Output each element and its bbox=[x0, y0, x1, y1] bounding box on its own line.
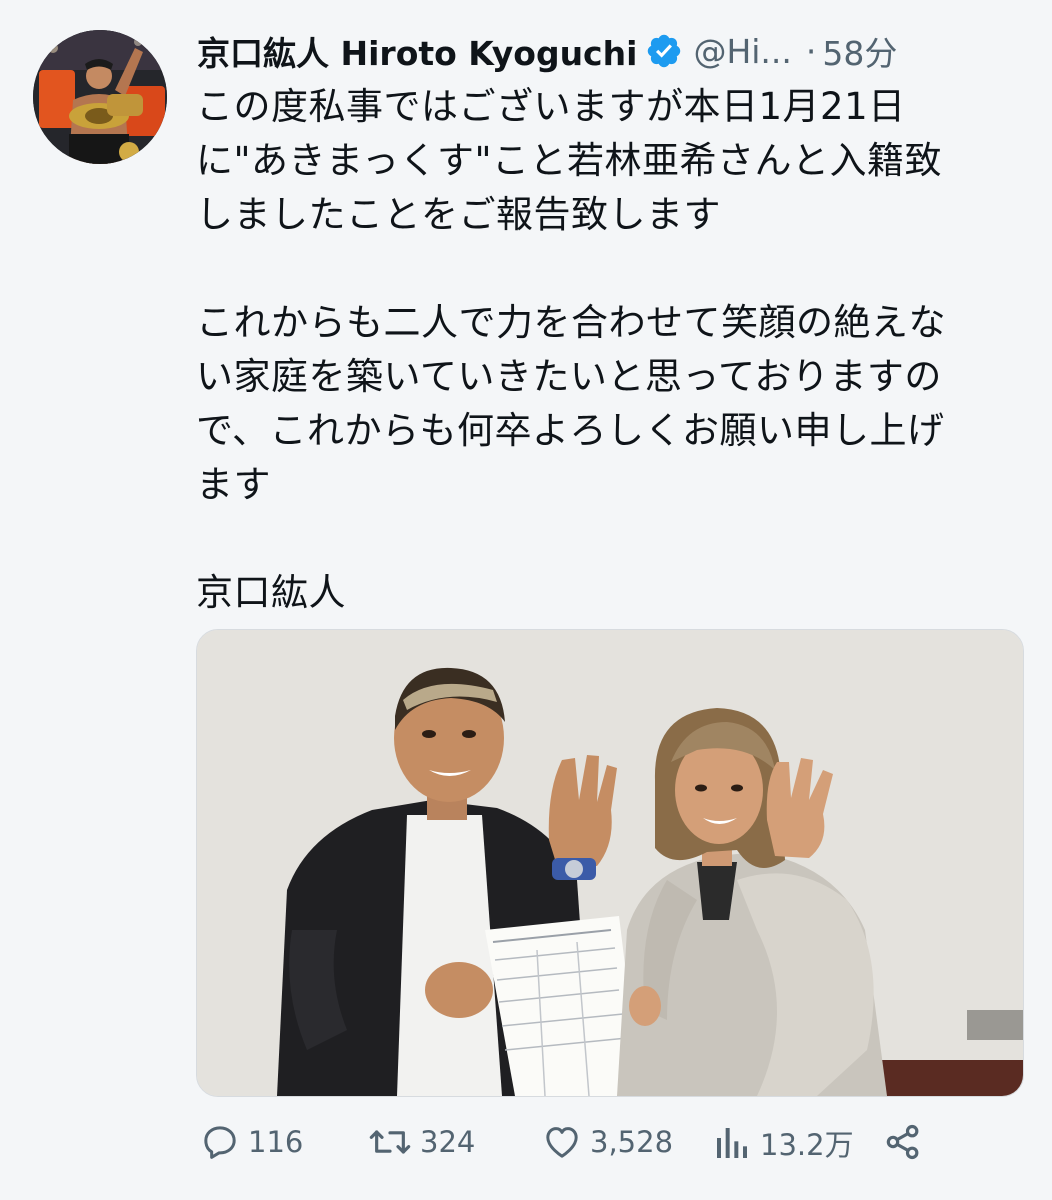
tweet-header: 京口紘人 Hiroto Kyoguchi @Hi... · 58分 bbox=[197, 26, 897, 76]
timestamp[interactable]: 58分 bbox=[822, 27, 897, 75]
heart-icon bbox=[542, 1122, 582, 1162]
reply-button[interactable]: 116 bbox=[200, 1122, 303, 1162]
tweet-text: この度私事ではございますが本日1月21日 に"あきまっくす"こと若林亜希さんと入… bbox=[196, 85, 946, 614]
like-count: 3,528 bbox=[590, 1125, 674, 1159]
photo-image bbox=[197, 630, 1023, 1096]
display-name[interactable]: 京口紘人 Hiroto Kyoguchi bbox=[197, 27, 637, 75]
action-bar: 116 324 3,528 13.2万 bbox=[196, 1118, 1026, 1174]
verified-badge-icon bbox=[645, 32, 683, 70]
tweet[interactable]: 京口紘人 Hiroto Kyoguchi @Hi... · 58分 この度私事で… bbox=[0, 0, 1052, 1200]
share-icon bbox=[882, 1122, 924, 1162]
retweet-count: 324 bbox=[420, 1125, 476, 1159]
retweet-icon bbox=[368, 1122, 412, 1162]
reply-icon bbox=[200, 1122, 240, 1162]
retweet-button[interactable]: 324 bbox=[368, 1122, 475, 1162]
like-button[interactable]: 3,528 bbox=[542, 1122, 673, 1162]
handle[interactable]: @Hi... bbox=[693, 32, 791, 71]
views-button[interactable]: 13.2万 bbox=[712, 1122, 854, 1164]
tweet-photo[interactable] bbox=[196, 629, 1024, 1097]
avatar-image bbox=[33, 30, 167, 164]
reply-count: 116 bbox=[248, 1125, 304, 1159]
share-button[interactable] bbox=[882, 1122, 924, 1162]
views-chart-icon bbox=[712, 1123, 752, 1163]
avatar[interactable] bbox=[33, 30, 167, 164]
view-count: 13.2万 bbox=[760, 1128, 854, 1162]
separator-dot: · bbox=[805, 31, 817, 71]
